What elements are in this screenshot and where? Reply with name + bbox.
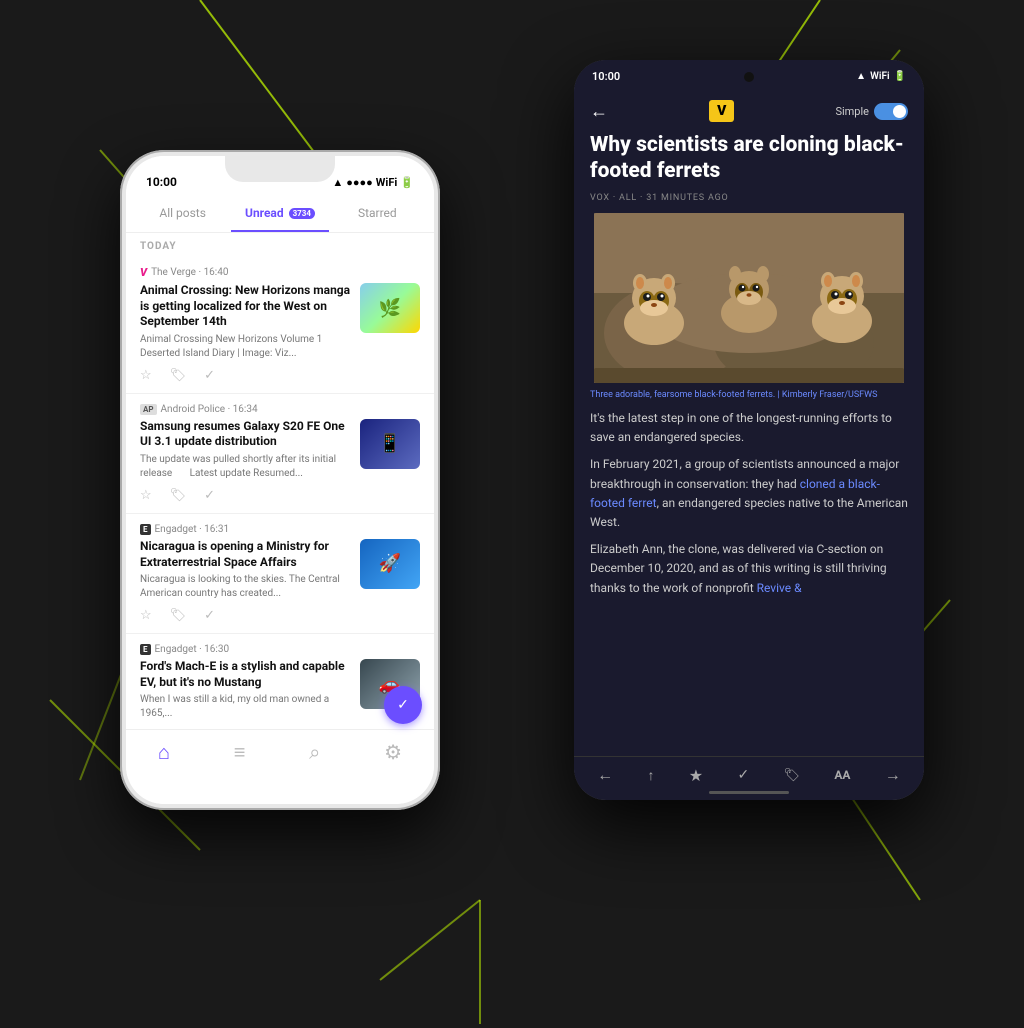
- simple-toggle[interactable]: Simple: [835, 103, 908, 120]
- iphone-time: 10:00: [146, 175, 177, 189]
- article-excerpt: Animal Crossing New Horizons Volume 1 De…: [140, 333, 352, 361]
- tag-icon[interactable]: 🏷: [170, 488, 187, 503]
- tab-all-posts[interactable]: All posts: [134, 196, 231, 232]
- image-caption: Three adorable, fearsome black-footed fe…: [590, 389, 908, 402]
- android-home-indicator: [709, 791, 789, 794]
- nav-settings-icon[interactable]: ⚙: [384, 740, 402, 764]
- article-item[interactable]: V The Verge · 16:40 Animal Crossing: New…: [126, 256, 434, 394]
- tab-unread[interactable]: Unread 3734: [231, 196, 328, 232]
- check-icon[interactable]: ✓: [204, 608, 215, 623]
- nav-search-icon[interactable]: ⌕: [309, 740, 320, 764]
- android-nav-back[interactable]: ←: [597, 765, 613, 785]
- article-link[interactable]: cloned a black-footed ferret: [590, 477, 880, 510]
- back-button[interactable]: ←: [590, 101, 608, 122]
- iphone-status-icons: ▲ ●●●● WiFi 🔋: [332, 176, 414, 189]
- article-title: Samsung resumes Galaxy S20 FE One UI 3.1…: [140, 419, 352, 450]
- engadget-icon: E: [140, 644, 151, 655]
- article-thumbnail: 📱: [360, 419, 420, 469]
- article-source: E Engadget · 16:30: [140, 644, 420, 655]
- android-nav-forward[interactable]: →: [885, 765, 901, 785]
- article-source: E Engadget · 16:31: [140, 524, 420, 535]
- star-icon[interactable]: ☆: [140, 368, 152, 383]
- nav-list-icon[interactable]: ≡: [234, 740, 246, 765]
- article-excerpt: Nicaragua is looking to the skies. The C…: [140, 573, 352, 601]
- fab-button[interactable]: ✓: [384, 686, 422, 724]
- article-thumbnail: 🚀: [360, 539, 420, 589]
- android-device: 10:00 ▲ WiFi 🔋 ← V Simple Why scientists…: [574, 60, 924, 800]
- today-section-label: TODAY: [126, 233, 434, 256]
- android-article-content: Why scientists are cloning black-footed …: [574, 132, 924, 598]
- iphone-device: 10:00 ▲ ●●●● WiFi 🔋 All posts Unread 373…: [120, 150, 440, 810]
- vox-logo: V: [709, 100, 734, 122]
- article-thumbnail: 🌿: [360, 283, 420, 333]
- ap-icon: AP: [140, 404, 157, 415]
- article-excerpt: When I was still a kid, my old man owned…: [140, 693, 352, 721]
- article-excerpt: The update was pulled shortly after its …: [140, 453, 352, 481]
- star-icon[interactable]: ☆: [140, 488, 152, 503]
- article-actions: ☆ 🏷 ✓: [140, 488, 420, 503]
- android-bottom-nav: ← ↑ ★ ✓ 🏷 AA →: [574, 756, 924, 800]
- article-actions: ☆ 🏷 ✓: [140, 608, 420, 623]
- article-source: V The Verge · 16:40: [140, 266, 420, 279]
- engadget-icon: E: [140, 524, 151, 535]
- android-nav-star[interactable]: ★: [689, 766, 703, 785]
- android-nav-tag[interactable]: 🏷: [783, 768, 800, 783]
- check-icon[interactable]: ✓: [204, 368, 215, 383]
- article-source: AP Android Police · 16:34: [140, 404, 420, 415]
- android-header: ← V Simple: [574, 92, 924, 132]
- nav-home-icon[interactable]: ⌂: [158, 740, 170, 765]
- tag-icon[interactable]: 🏷: [170, 368, 187, 383]
- camera-punch-hole: [744, 72, 754, 82]
- android-nav-check[interactable]: ✓: [737, 767, 749, 783]
- android-nav-share[interactable]: ↑: [647, 767, 654, 784]
- toggle-switch[interactable]: [874, 103, 908, 120]
- android-article-image: [590, 213, 908, 383]
- android-nav-fontsize[interactable]: AA: [834, 768, 850, 782]
- article-title: Animal Crossing: New Horizons manga is g…: [140, 283, 352, 330]
- body-paragraph-2: In February 2021, a group of scientists …: [590, 455, 908, 532]
- body-paragraph-3: Elizabeth Ann, the clone, was delivered …: [590, 540, 908, 598]
- android-article-meta: VOX · ALL · 31 MINUTES AGO: [590, 193, 908, 203]
- tab-starred[interactable]: Starred: [329, 196, 426, 232]
- article-item[interactable]: AP Android Police · 16:34 Samsung resume…: [126, 394, 434, 514]
- verge-icon: V: [140, 266, 147, 279]
- tag-icon[interactable]: 🏷: [170, 608, 187, 623]
- article-actions: ☆ 🏷 ✓: [140, 368, 420, 383]
- article-item[interactable]: E Engadget · 16:31 Nicaragua is opening …: [126, 514, 434, 634]
- article-title: Ford's Mach-E is a stylish and capable E…: [140, 659, 352, 690]
- article-title: Nicaragua is opening a Ministry for Extr…: [140, 539, 352, 570]
- star-icon[interactable]: ☆: [140, 608, 152, 623]
- android-status-icons: ▲ WiFi 🔋: [856, 71, 906, 82]
- android-time: 10:00: [592, 70, 620, 83]
- bottom-nav: ⌂ ≡ ⌕ ⚙: [126, 729, 434, 804]
- iphone-notch: [225, 156, 335, 182]
- body-paragraph-1: It's the latest step in one of the longe…: [590, 409, 908, 447]
- unread-badge: 3734: [289, 208, 315, 219]
- app-tabs: All posts Unread 3734 Starred: [126, 196, 434, 233]
- android-article-title: Why scientists are cloning black-footed …: [590, 132, 908, 185]
- check-icon[interactable]: ✓: [204, 488, 215, 503]
